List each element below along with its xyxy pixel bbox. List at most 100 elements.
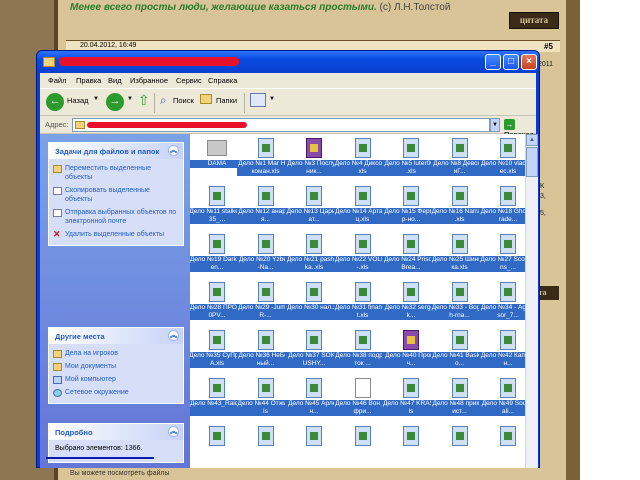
task-email-label: Отправка выбранных объектов по электронн… bbox=[65, 209, 177, 225]
excel-file-icon bbox=[403, 378, 419, 398]
email-icon bbox=[53, 209, 62, 217]
side-text: К bbox=[540, 183, 545, 190]
excel-file-icon bbox=[209, 186, 225, 206]
menu-file[interactable]: Файл bbox=[48, 76, 66, 85]
place-network-label: Сетевое окружение bbox=[65, 389, 129, 396]
place-players[interactable]: Дела на игроков bbox=[49, 347, 183, 360]
forum-right-strip bbox=[566, 0, 580, 480]
forum-far-right bbox=[580, 0, 640, 480]
excel-file-icon bbox=[306, 378, 322, 398]
post-date: 20.04.2012, 16:49 bbox=[80, 42, 137, 49]
place-my-documents-label: Мои документы bbox=[65, 363, 117, 370]
place-players-label: Дела на игроков bbox=[65, 350, 119, 357]
hand-drawn-underline bbox=[46, 457, 154, 459]
redacted-path bbox=[87, 122, 247, 128]
excel-file-icon bbox=[403, 138, 419, 158]
excel-file-icon bbox=[403, 426, 419, 446]
quote-text: Менее всего просты люди, желающие казать… bbox=[70, 2, 377, 13]
excel-file-icon bbox=[500, 138, 516, 158]
details-header[interactable]: Подробно ︽ bbox=[49, 424, 183, 440]
file-list[interactable]: DAMA Дело №1 Mar Наркоман.xls Дело №3 Посл… bbox=[190, 134, 536, 468]
excel-file-icon bbox=[403, 282, 419, 302]
my-documents-icon bbox=[53, 363, 62, 371]
network-icon bbox=[53, 389, 62, 397]
folders-icon[interactable] bbox=[200, 94, 212, 104]
menu-help[interactable]: Справка bbox=[208, 76, 237, 85]
place-my-documents[interactable]: Мои документы bbox=[49, 360, 183, 373]
menu-tools[interactable]: Сервис bbox=[176, 76, 202, 85]
forward-dropdown-icon[interactable]: ▼ bbox=[127, 96, 133, 102]
task-copy[interactable]: Скопировать выделенные объекты bbox=[49, 184, 183, 206]
maximize-button[interactable]: □ bbox=[503, 54, 519, 70]
excel-file-icon bbox=[257, 330, 274, 350]
menu-view[interactable]: Вид bbox=[108, 76, 122, 85]
toolbar-separator bbox=[154, 93, 155, 113]
views-dropdown-icon[interactable]: ▼ bbox=[269, 96, 275, 102]
search-icon[interactable]: ⌕ bbox=[160, 93, 167, 108]
back-button-label[interactable]: Назад bbox=[67, 96, 89, 105]
views-icon[interactable] bbox=[250, 93, 266, 107]
toolbar: ← Назад ▼ → ▼ ⇧ ⌕ Поиск Папки ▼ bbox=[40, 88, 536, 116]
place-my-computer[interactable]: Мой компьютер bbox=[49, 373, 183, 386]
folder-icon bbox=[207, 140, 227, 156]
folders-button-label[interactable]: Папки bbox=[216, 96, 237, 105]
excel-file-icon bbox=[354, 330, 371, 350]
minimize-button[interactable]: _ bbox=[485, 54, 501, 70]
task-move[interactable]: Переместить выделенные объекты bbox=[49, 162, 183, 184]
task-pane: Задачи для файлов и папок ︽ Переместить … bbox=[40, 134, 193, 468]
go-arrow-icon: → bbox=[504, 119, 515, 130]
excel-file-icon bbox=[354, 234, 371, 254]
excel-file-icon bbox=[209, 234, 225, 254]
search-button-label[interactable]: Поиск bbox=[173, 96, 194, 105]
excel-file-icon bbox=[257, 378, 274, 398]
menu-edit[interactable]: Правка bbox=[76, 76, 101, 85]
file-tasks-header[interactable]: Задачи для файлов и папок ︽ bbox=[49, 143, 183, 159]
excel-file-icon bbox=[451, 186, 468, 206]
vertical-scrollbar[interactable]: ▲ bbox=[525, 134, 538, 468]
task-email[interactable]: Отправка выбранных объектов по электронн… bbox=[49, 206, 183, 228]
address-input[interactable] bbox=[72, 118, 490, 132]
folder-icon bbox=[75, 121, 85, 129]
scroll-thumb[interactable] bbox=[526, 147, 538, 177]
excel-file-icon bbox=[500, 330, 516, 350]
file-tasks-panel: Задачи для файлов и папок ︽ Переместить … bbox=[48, 142, 184, 246]
collapse-chevron-icon[interactable]: ︽ bbox=[168, 145, 179, 156]
quote-button[interactable]: цитата bbox=[509, 12, 559, 29]
delete-icon: ✕ bbox=[53, 229, 61, 239]
details-title: Подробно bbox=[55, 428, 93, 437]
excel-file-icon bbox=[209, 426, 225, 446]
post-number-link[interactable]: #5 bbox=[544, 42, 553, 51]
close-button[interactable]: × bbox=[521, 54, 537, 70]
back-arrow-icon[interactable]: ← bbox=[46, 93, 64, 111]
back-dropdown-icon[interactable]: ▼ bbox=[93, 96, 99, 102]
excel-file-icon bbox=[500, 378, 516, 398]
excel-file-icon bbox=[403, 186, 419, 206]
collapse-chevron-icon[interactable]: ︽ bbox=[168, 330, 179, 341]
up-folder-icon[interactable]: ⇧ bbox=[138, 92, 150, 109]
excel-file-icon bbox=[500, 234, 516, 254]
scroll-up-icon[interactable]: ▲ bbox=[526, 134, 538, 146]
title-bar[interactable]: _ □ × bbox=[37, 51, 539, 73]
side-text: 3, bbox=[540, 193, 546, 200]
excel-file-icon bbox=[451, 330, 468, 350]
address-dropdown-icon[interactable]: ▼ bbox=[490, 118, 500, 132]
forward-arrow-icon[interactable]: → bbox=[106, 93, 124, 111]
collapse-chevron-icon[interactable]: ︽ bbox=[168, 426, 179, 437]
excel-file-icon bbox=[451, 234, 468, 254]
task-delete-label: Удалить выделенные объекты bbox=[65, 231, 165, 238]
task-delete[interactable]: ✕ Удалить выделенные объекты bbox=[49, 228, 183, 241]
copy-icon bbox=[53, 187, 62, 195]
menu-bar: Файл Правка Вид Избранное Сервис Справка bbox=[40, 73, 536, 88]
document-icon bbox=[354, 378, 371, 398]
explorer-window: _ □ × Файл Правка Вид Избранное Сервис С… bbox=[36, 50, 540, 468]
task-move-label: Переместить выделенные объекты bbox=[65, 165, 151, 181]
file-tasks-title: Задачи для файлов и папок bbox=[55, 147, 160, 156]
excel-file-icon bbox=[306, 186, 322, 206]
other-places-header[interactable]: Другие места ︽ bbox=[49, 328, 183, 344]
place-network[interactable]: Сетевое окружение bbox=[49, 386, 183, 399]
selected-count: Выбрано элементов: 1366. bbox=[55, 445, 143, 452]
excel-file-icon bbox=[500, 282, 516, 302]
forum-bottom-text: Вы можете посмотреть файлы bbox=[70, 470, 170, 477]
menu-favorites[interactable]: Избранное bbox=[130, 76, 168, 85]
folder-icon bbox=[43, 57, 55, 67]
